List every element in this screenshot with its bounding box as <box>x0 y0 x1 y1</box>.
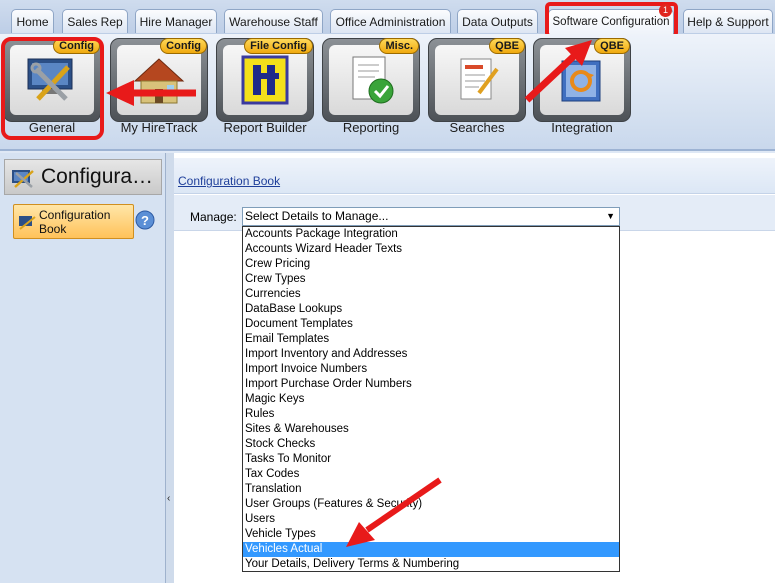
dropdown-option[interactable]: Vehicle Types <box>243 527 619 542</box>
tab-help-support[interactable]: Help & Support <box>683 9 773 33</box>
ribbon-button-inner <box>435 45 519 115</box>
dropdown-option[interactable]: Users <box>243 512 619 527</box>
svg-text:?: ? <box>141 213 149 228</box>
tab-home[interactable]: Home <box>11 9 54 33</box>
dropdown-option[interactable]: Accounts Wizard Header Texts <box>243 242 619 257</box>
notification-badge: 1 <box>659 4 672 17</box>
ribbon-tag: QBE <box>594 38 630 54</box>
dropdown-option[interactable]: Stock Checks <box>243 437 619 452</box>
dropdown-option[interactable]: Rules <box>243 407 619 422</box>
breadcrumb-bar: Configuration Book <box>174 158 775 194</box>
dropdown-option[interactable]: Tax Codes <box>243 467 619 482</box>
ribbon-tag: File Config <box>244 38 313 54</box>
dropdown-option[interactable]: DataBase Lookups <box>243 302 619 317</box>
ribbon: Config General Config My HireTrack File … <box>0 34 775 151</box>
panel-collapse-strip[interactable]: ‹ <box>166 153 174 583</box>
dropdown-option[interactable]: Crew Pricing <box>243 257 619 272</box>
ribbon-button-label: My HireTrack <box>120 120 198 135</box>
dropdown-option[interactable]: Tasks To Monitor <box>243 452 619 467</box>
dropdown-option[interactable]: Crew Types <box>243 272 619 287</box>
dropdown-option[interactable]: Magic Keys <box>243 392 619 407</box>
tab-sales-rep[interactable]: Sales Rep <box>62 9 128 33</box>
ribbon-integration-button[interactable]: QBE Integration <box>530 34 634 140</box>
dropdown-option[interactable]: Import Inventory and Addresses <box>243 347 619 362</box>
document-pen-icon <box>460 58 499 100</box>
ribbon-button-inner <box>223 45 307 115</box>
left-navigation-panel: Configura… Configuration Book ? <box>0 153 166 583</box>
tab-warehouse-staff[interactable]: Warehouse Staff <box>224 9 323 33</box>
tab-hire-manager[interactable]: Hire Manager <box>135 9 217 33</box>
highlight-box-software-configuration <box>545 2 678 38</box>
left-panel-title: Configura… <box>41 165 154 188</box>
dropdown-arrow-icon[interactable]: ▼ <box>606 208 615 225</box>
help-icon[interactable]: ? <box>135 210 155 230</box>
integration-book-icon <box>561 60 601 102</box>
ribbon-tag: QBE <box>489 38 525 54</box>
breadcrumb-configuration-book[interactable]: Configuration Book <box>178 174 280 188</box>
collapse-chevron-icon[interactable]: ‹ <box>167 493 170 504</box>
dropdown-option[interactable]: Sites & Warehouses <box>243 422 619 437</box>
ribbon-searches-button[interactable]: QBE Searches <box>425 34 529 140</box>
dropdown-option[interactable]: User Groups (Features & Security) <box>243 497 619 512</box>
report-builder-icon <box>241 55 289 105</box>
manage-dropdown-list: Accounts Package Integration Accounts Wiz… <box>242 226 620 572</box>
ribbon-button-inner <box>117 45 201 115</box>
main-content: Configuration Book Manage: Select Detail… <box>174 153 775 583</box>
configuration-book-label: Configuration Book <box>39 208 111 236</box>
dropdown-option[interactable]: Email Templates <box>243 332 619 347</box>
ribbon-button-inner <box>329 45 413 115</box>
ribbon-button-label: Reporting <box>342 120 400 135</box>
manage-dropdown[interactable]: Select Details to Manage... ▼ <box>242 207 620 226</box>
dropdown-option[interactable]: Translation <box>243 482 619 497</box>
manage-label: Manage: <box>190 210 237 224</box>
ribbon-button-label: Report Builder <box>223 120 307 135</box>
dropdown-option[interactable]: Your Details, Delivery Terms & Numbering <box>243 557 619 572</box>
ribbon-button-inner <box>540 45 624 115</box>
dropdown-option[interactable]: Currencies <box>243 287 619 302</box>
dropdown-option[interactable]: Document Templates <box>243 317 619 332</box>
ribbon-report-builder-button[interactable]: File Config Report Builder <box>213 34 317 140</box>
document-check-icon <box>352 56 394 104</box>
dropdown-option[interactable]: Import Invoice Numbers <box>243 362 619 377</box>
dropdown-option[interactable]: Import Purchase Order Numbers <box>243 377 619 392</box>
ribbon-button-label: Integration <box>551 120 613 135</box>
house-icon <box>133 58 185 104</box>
left-panel-header: Configura… <box>4 159 162 195</box>
ribbon-my-hiretrack-button[interactable]: Config My HireTrack <box>107 34 211 140</box>
ribbon-reporting-button[interactable]: Misc. Reporting <box>319 34 423 140</box>
dropdown-option[interactable]: Accounts Package Integration <box>243 227 619 242</box>
dropdown-option[interactable]: Vehicles Actual <box>243 542 619 557</box>
tab-data-outputs[interactable]: Data Outputs <box>457 9 538 33</box>
manage-dropdown-value: Select Details to Manage... <box>245 209 389 223</box>
configuration-book-nav-item[interactable]: Configuration Book <box>13 204 134 239</box>
ribbon-tag: Misc. <box>379 38 419 54</box>
configuration-book-icon <box>19 216 36 230</box>
configuration-icon <box>12 170 34 188</box>
highlight-box-general <box>1 37 104 140</box>
ribbon-button-label: Searches <box>449 120 505 135</box>
tab-office-administration[interactable]: Office Administration <box>330 9 451 33</box>
ribbon-tag: Config <box>160 38 207 54</box>
